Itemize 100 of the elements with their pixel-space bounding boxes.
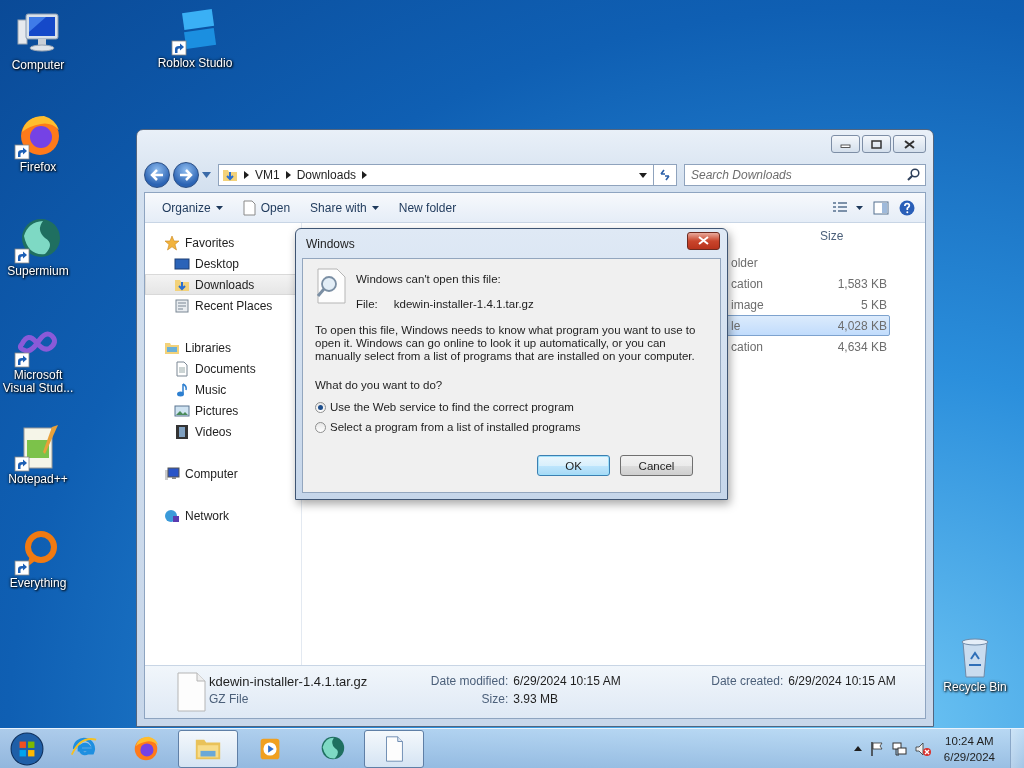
desktop-icon-label[interactable]: Firefox — [0, 161, 76, 174]
dialog-heading: Windows can't open this file: — [356, 273, 502, 285]
maximize-button[interactable] — [862, 135, 891, 153]
dialog-button[interactable]: OK — [537, 455, 610, 476]
table-cell-text: 1,583 KB — [836, 276, 887, 291]
dialog-message: To open this file, Windows needs to know what program you want to use to open it. Windows can go online to look it up automatically, or you can manually select from a list of programs that are installed on your computer. — [315, 324, 697, 363]
file-label: File: — [356, 298, 378, 310]
breadcrumb[interactable]: Downloads — [296, 168, 357, 182]
radio-button[interactable] — [315, 401, 326, 413]
toolbar-button[interactable]: Organize — [155, 197, 230, 218]
toolbar-button[interactable]: Share with — [303, 197, 386, 218]
nav-item[interactable]: Computer — [145, 463, 301, 484]
picture-icon — [174, 402, 190, 419]
breadcrumb[interactable]: VM1 — [255, 168, 280, 182]
film-icon — [174, 423, 190, 440]
muted-speaker-icon[interactable] — [914, 740, 931, 757]
close-icon — [904, 139, 915, 149]
close-button[interactable] — [687, 231, 720, 250]
nav-item[interactable]: Documents — [145, 358, 301, 379]
property-value: 6/29/2024 10:15 AM — [788, 674, 897, 690]
search-icon[interactable] — [907, 168, 920, 181]
file-name: kdewin-installer-1.4.1.tar.gz — [393, 298, 534, 310]
refresh-button[interactable] — [653, 164, 677, 186]
help-icon — [899, 199, 915, 216]
clock[interactable]: 10:24 AM 6/29/2024 — [943, 732, 995, 765]
nav-item[interactable]: Pictures — [145, 400, 301, 421]
property-value: 3.93 MB — [513, 692, 559, 708]
file-icon — [175, 672, 207, 712]
nav-item[interactable]: Recent Places — [145, 295, 301, 316]
folder-icon — [222, 167, 238, 183]
flag-icon[interactable] — [868, 740, 885, 757]
desktop-icon-label[interactable]: Computer — [0, 59, 76, 72]
desktop-icon-label[interactable]: Supermium — [0, 265, 76, 278]
dialog-button[interactable]: Cancel — [620, 455, 693, 476]
refresh-icon — [658, 168, 672, 182]
table-cell-text: 4,634 KB — [836, 339, 887, 354]
page-icon — [242, 199, 256, 216]
document-icon — [174, 360, 190, 377]
back-button[interactable] — [144, 162, 170, 188]
chevron-icon[interactable] — [244, 171, 249, 179]
column-header[interactable]: Size — [820, 229, 844, 243]
show-hidden-icons-icon[interactable] — [853, 746, 862, 751]
document-list-icon — [174, 297, 190, 314]
radio-button[interactable] — [315, 421, 326, 433]
preview-pane-icon — [873, 199, 889, 216]
table-cell-text: 4,028 KB — [836, 318, 887, 333]
swirl-globe-icon[interactable] — [14, 216, 62, 264]
nav-item[interactable]: Videos — [145, 421, 301, 442]
clock-date: 6/29/2024 — [943, 749, 995, 765]
nav-item[interactable]: Network — [145, 505, 301, 526]
search-field[interactable]: Search Downloads — [684, 164, 926, 186]
monitor-icon — [174, 255, 190, 272]
table-cell-text: older — [730, 255, 759, 270]
music-note-icon — [174, 381, 190, 398]
caret-icon — [202, 172, 211, 178]
tilted-squares-icon[interactable] — [171, 8, 219, 56]
chevron-icon[interactable] — [362, 171, 368, 179]
table-cell-text: le — [730, 318, 742, 333]
property-label: Date created: — [710, 674, 785, 690]
desktop-icon-label[interactable]: Microsoft Visual Stud... — [0, 369, 76, 395]
forward-arrow-icon — [178, 168, 194, 182]
nav-item[interactable]: Libraries — [145, 337, 301, 358]
property-label: Size: — [480, 692, 510, 708]
nav-item[interactable]: Music — [145, 379, 301, 400]
property-label: Date modified: — [429, 674, 510, 690]
toolbar-button[interactable]: New folder — [391, 197, 464, 218]
radio-label[interactable]: Select a program from a list of installed programs — [330, 421, 581, 433]
chevron-icon[interactable] — [285, 171, 291, 179]
close-button[interactable] — [893, 135, 926, 153]
table-cell-text: image — [730, 297, 765, 312]
desktop-icon-label[interactable]: Notepad++ — [0, 473, 76, 486]
table-cell-text: cation — [730, 276, 765, 291]
dropdown-icon[interactable] — [639, 172, 647, 178]
dialog-question: What do you want to do? — [315, 379, 444, 391]
star-icon — [164, 234, 180, 251]
minimize-button[interactable] — [831, 135, 860, 153]
radio-label[interactable]: Use the Web service to find the correct program — [330, 401, 574, 413]
magnifier-file-icon — [315, 268, 348, 304]
taskbar-button[interactable] — [364, 729, 424, 768]
nav-item[interactable]: Desktop — [145, 253, 301, 274]
computer-icon — [164, 465, 180, 482]
property-value: 6/29/2024 10:15 AM — [513, 674, 622, 690]
maximize-icon — [871, 139, 882, 149]
forward-button[interactable] — [173, 162, 199, 188]
start-button[interactable] — [10, 731, 44, 766]
desktop-icon-label[interactable]: Roblox Studio — [157, 57, 233, 70]
nav-item[interactable]: Favorites — [145, 232, 301, 253]
toolbar-button[interactable]: Open — [235, 196, 298, 219]
file-type: GZ File — [209, 692, 250, 708]
back-arrow-icon — [149, 168, 165, 182]
close-icon — [698, 236, 709, 245]
network-icon[interactable] — [891, 740, 908, 757]
file-name: kdewin-installer-1.4.1.tar.gz — [209, 674, 369, 691]
taskbar-button[interactable] — [178, 729, 238, 768]
table-cell-text: 5 KB — [860, 297, 887, 312]
table-cell-text: cation — [730, 339, 765, 354]
help-button[interactable] — [899, 199, 915, 216]
caret-icon — [856, 205, 863, 210]
desktop-icon-label[interactable]: Everything — [0, 577, 76, 590]
address-bar[interactable]: VM1 Downloads — [218, 164, 654, 186]
